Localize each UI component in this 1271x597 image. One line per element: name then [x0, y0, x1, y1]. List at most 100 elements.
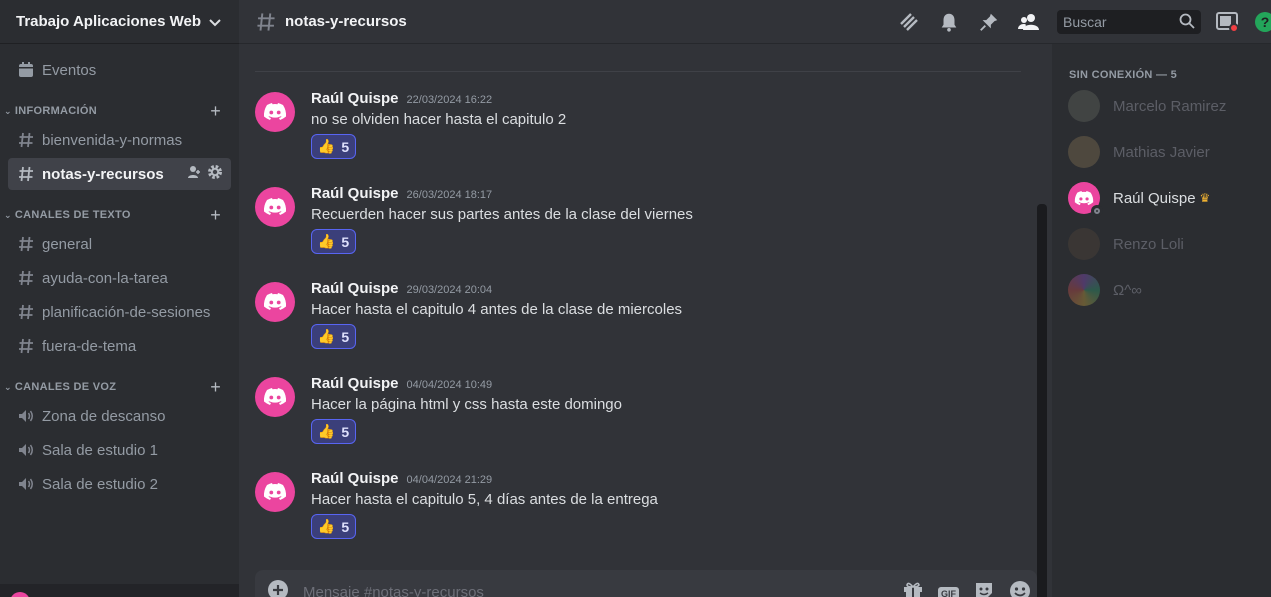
member-name: Mathias Javier: [1113, 143, 1210, 161]
avatar[interactable]: [255, 377, 295, 417]
message-input[interactable]: Mensaje #notas-y-recursos: [303, 584, 484, 597]
gif-button[interactable]: GIF: [938, 586, 959, 597]
crown-icon: ♛: [1199, 191, 1211, 205]
channel-label: fuera-de-tema: [42, 337, 137, 355]
hashtag-icon: [16, 337, 36, 355]
scrollbar[interactable]: [1037, 204, 1047, 597]
member-list: SIN CONEXIÓN — 5 Marcelo Ramirez Mathias…: [1052, 44, 1271, 597]
add-attachment-icon[interactable]: [267, 579, 289, 597]
chevron-down-icon: ⌄: [4, 105, 12, 116]
offline-status-icon: [1091, 205, 1103, 217]
channel-label: planificación-de-sesiones: [42, 303, 211, 321]
channel-label: bienvenida-y-normas: [42, 131, 183, 149]
chevron-down-icon: ⌄: [4, 209, 12, 220]
channel-sidebar: Trabajo Aplicaciones Web Eventos ⌄ INFORM…: [0, 0, 239, 597]
sidebar-item-events[interactable]: Eventos: [8, 54, 231, 86]
sidebar-item-fuera-de-tema[interactable]: fuera-de-tema: [8, 330, 231, 362]
avatar[interactable]: [10, 592, 30, 597]
member-item[interactable]: Raúl Quispe ♛: [1068, 178, 1258, 218]
search-input[interactable]: Buscar: [1057, 10, 1201, 34]
author-name[interactable]: Raúl Quispe: [311, 90, 399, 107]
channel-label: general: [42, 235, 93, 253]
members-list-icon[interactable]: [1017, 10, 1041, 34]
reaction-thumbs-up[interactable]: 👍 5: [311, 514, 356, 539]
speaker-icon: [16, 475, 36, 493]
member-item[interactable]: Renzo Loli: [1068, 224, 1258, 264]
author-name[interactable]: Raúl Quispe: [311, 280, 399, 297]
server-header[interactable]: Trabajo Aplicaciones Web: [0, 0, 239, 44]
member-name: Raúl Quispe: [1113, 189, 1196, 207]
avatar[interactable]: [255, 92, 295, 132]
server-name: Trabajo Aplicaciones Web: [16, 13, 202, 30]
thumbs-up-icon: 👍: [317, 138, 336, 154]
author-name[interactable]: Raúl Quispe: [311, 185, 399, 202]
message-area: Raúl Quispe 22/03/2024 16:22 no se olvide…: [239, 44, 1052, 597]
message-text: no se olviden hacer hasta el capitulo 2: [311, 111, 567, 128]
sidebar-item-zona-de-descanso[interactable]: Zona de descanso: [8, 400, 231, 432]
bell-icon[interactable]: [937, 10, 961, 34]
user-panel: [0, 584, 239, 597]
add-channel-icon[interactable]: +: [210, 205, 221, 226]
sidebar-item-bienvenida-y-normas[interactable]: bienvenida-y-normas: [8, 124, 231, 156]
sidebar-item-sala-de-estudio-2[interactable]: Sala de estudio 2: [8, 468, 231, 500]
discord-app: Trabajo Aplicaciones Web Eventos ⌄ INFORM…: [0, 0, 1271, 597]
message-text: Recuerden hacer sus partes antes de la c…: [311, 206, 693, 223]
speaker-icon: [16, 407, 36, 425]
message-composer[interactable]: Mensaje #notas-y-recursos GIF: [255, 570, 1037, 597]
avatar[interactable]: [255, 187, 295, 227]
search-placeholder: Buscar: [1063, 14, 1107, 30]
emoji-icon[interactable]: [1009, 580, 1031, 597]
timestamp: 29/03/2024 20:04: [406, 284, 493, 296]
member-item[interactable]: Mathias Javier: [1068, 132, 1258, 172]
avatar: [1068, 182, 1103, 217]
message-text: Hacer hasta el capitulo 4 antes de la cl…: [311, 301, 683, 318]
hashtag-icon: [16, 131, 36, 149]
author-name[interactable]: Raúl Quispe: [311, 375, 399, 392]
category-informacion[interactable]: ⌄ INFORMACIÓN +: [0, 100, 239, 122]
sidebar-item-notas-y-recursos[interactable]: notas-y-recursos: [8, 158, 231, 190]
avatar: [1068, 90, 1100, 122]
add-channel-icon[interactable]: +: [210, 101, 221, 122]
sidebar-item-label: Eventos: [42, 61, 97, 79]
add-channel-icon[interactable]: +: [210, 377, 221, 398]
reaction-thumbs-up[interactable]: 👍 5: [311, 134, 356, 159]
sidebar-item-ayuda-con-la-tarea[interactable]: ayuda-con-la-tarea: [8, 262, 231, 294]
invite-member-icon[interactable]: [187, 165, 201, 183]
member-group-header: SIN CONEXIÓN — 5: [1069, 69, 1178, 81]
sidebar-item-sala-de-estudio-1[interactable]: Sala de estudio 1: [8, 434, 231, 466]
author-name[interactable]: Raúl Quispe: [311, 470, 399, 487]
gift-icon[interactable]: [902, 580, 924, 597]
reaction-thumbs-up[interactable]: 👍 5: [311, 324, 356, 349]
thumbs-up-icon: 👍: [317, 423, 336, 439]
hashtag-icon: [16, 269, 36, 287]
reaction-count: 5: [341, 518, 350, 535]
sidebar-item-planificacion-de-sesiones[interactable]: planificación-de-sesiones: [8, 296, 231, 328]
category-canales-de-voz[interactable]: ⌄ CANALES DE VOZ +: [0, 376, 239, 398]
channel-list: Eventos ⌄ INFORMACIÓN + bienvenida-y-norm…: [0, 44, 239, 500]
threads-icon[interactable]: [897, 10, 921, 34]
member-item[interactable]: Marcelo Ramirez: [1068, 86, 1258, 126]
channel-label: notas-y-recursos: [42, 165, 164, 183]
category-canales-de-texto[interactable]: ⌄ CANALES DE TEXTO +: [0, 204, 239, 226]
speaker-icon: [16, 441, 36, 459]
avatar[interactable]: [255, 472, 295, 512]
sticker-icon[interactable]: [973, 580, 995, 597]
help-icon[interactable]: ?: [1255, 12, 1271, 32]
member-name: Marcelo Ramirez: [1113, 97, 1227, 115]
sidebar-item-general[interactable]: general: [8, 228, 231, 260]
pin-icon[interactable]: [977, 10, 1001, 34]
avatar[interactable]: [255, 282, 295, 322]
reaction-thumbs-up[interactable]: 👍 5: [311, 229, 356, 254]
reaction-thumbs-up[interactable]: 👍 5: [311, 419, 356, 444]
message-text: Hacer hasta el capitulo 5, 4 días antes …: [311, 491, 658, 508]
inbox-icon[interactable]: [1215, 10, 1239, 34]
hashtag-icon: [255, 11, 277, 33]
hashtag-icon: [16, 303, 36, 321]
channel-header: notas-y-recursos Buscar ?: [239, 0, 1271, 44]
member-name: Ω^∞: [1113, 281, 1142, 299]
category-label: CANALES DE TEXTO: [14, 209, 131, 221]
member-item[interactable]: Ω^∞: [1068, 270, 1258, 310]
hashtag-icon: [16, 235, 36, 253]
gear-icon[interactable]: [207, 164, 223, 184]
avatar: [1068, 228, 1100, 260]
